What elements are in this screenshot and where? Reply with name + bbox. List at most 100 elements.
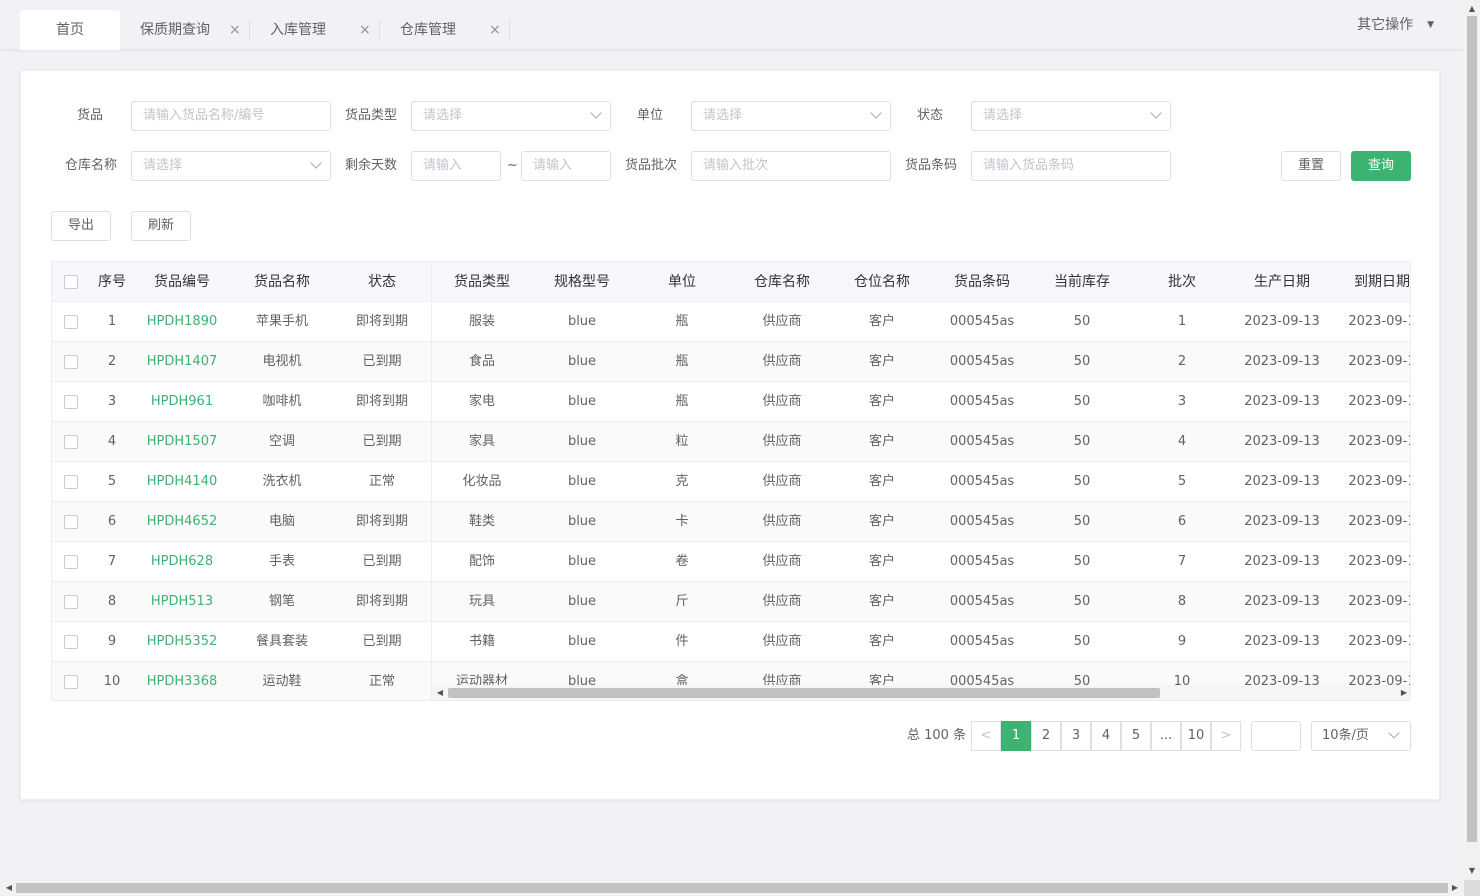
table-row[interactable]: 2 HPDH1407 电视机 已到期 食品 blue 瓶供应商 客户 000545as 50 2 20… bbox=[52, 342, 1410, 382]
row-checkbox[interactable] bbox=[64, 675, 78, 689]
close-icon[interactable]: × bbox=[359, 10, 371, 50]
col-goods-code-cell[interactable]: HPDH4140 bbox=[132, 462, 232, 502]
col-location-cell: 客户 bbox=[868, 354, 895, 369]
col-goods-code-cell[interactable]: HPDH513 bbox=[132, 582, 232, 622]
table-row[interactable]: 9 HPDH5352 餐具套装 已到期 书籍 blue 件供应商 客户 000545as 50 9 2… bbox=[52, 622, 1410, 662]
col-goods-code-cell[interactable]: HPDH1407 bbox=[132, 342, 232, 382]
goods-table: 序号 货品编号 货品名称 状态 货品类型 规格型号 单位 仓库名称 仓位名称 货品条码 当前库存 批次… bbox=[51, 261, 1411, 701]
table-scroll-thumb[interactable] bbox=[448, 688, 1160, 698]
col-goods-code-header: 货品编号 bbox=[154, 274, 210, 290]
page-ellipsis[interactable]: ... bbox=[1151, 721, 1181, 751]
warehouse-select[interactable]: 请选择 bbox=[131, 151, 331, 181]
goods-type-select[interactable]: 请选择 bbox=[411, 101, 611, 131]
page-horizontal-scrollbar[interactable]: ◀ ▶ bbox=[0, 880, 1464, 896]
scroll-left-icon[interactable]: ◀ bbox=[434, 685, 446, 700]
row-checkbox[interactable] bbox=[64, 555, 78, 569]
remaining-days-from-input[interactable]: 请输入 bbox=[411, 151, 501, 181]
page-button[interactable]: 10 bbox=[1181, 721, 1211, 751]
table-row[interactable]: 1 HPDH1890 苹果手机 即将到期 服装 blue 瓶供应商 客户 000545as 50 1… bbox=[52, 302, 1410, 342]
row-checkbox[interactable] bbox=[64, 595, 78, 609]
col-goods-code-cell[interactable]: HPDH5352 bbox=[132, 622, 232, 662]
page-button[interactable]: 2 bbox=[1031, 721, 1061, 751]
select-all-checkbox[interactable] bbox=[64, 275, 78, 289]
col-goods-name-cell: 苹果手机 bbox=[255, 314, 308, 329]
col-batch-cell: 6 bbox=[1177, 514, 1187, 529]
col-spec-cell: blue bbox=[567, 594, 597, 609]
goods-input[interactable]: 请输入货品名称/编号 bbox=[131, 101, 331, 131]
row-checkbox[interactable] bbox=[64, 315, 78, 329]
row-checkbox[interactable] bbox=[64, 355, 78, 369]
table-row[interactable]: 5 HPDH4140 洗衣机 正常 化妆品 blue 克供应商 客户 000545as 50 5 20… bbox=[52, 462, 1410, 502]
col-goods-code-cell[interactable]: HPDH961 bbox=[132, 382, 232, 422]
reset-button[interactable]: 重置 bbox=[1281, 151, 1341, 181]
col-goods-code-cell[interactable]: HPDH4652 bbox=[132, 502, 232, 542]
status-select[interactable]: 请选择 bbox=[971, 101, 1171, 131]
col-status-header: 状态 bbox=[368, 274, 396, 290]
close-icon[interactable]: × bbox=[229, 10, 241, 50]
row-checkbox[interactable] bbox=[64, 635, 78, 649]
scroll-right-icon[interactable]: ▶ bbox=[1398, 685, 1410, 700]
close-icon[interactable]: × bbox=[489, 10, 501, 50]
export-button[interactable]: 导出 bbox=[51, 211, 111, 241]
col-batch-cell: 7 bbox=[1177, 554, 1187, 569]
col-stock-cell: 50 bbox=[1073, 394, 1091, 409]
col-production-date-cell: 2023-09-13 bbox=[1244, 314, 1320, 329]
page-button[interactable]: 5 bbox=[1121, 721, 1151, 751]
scroll-left-icon[interactable]: ◀ bbox=[2, 880, 16, 896]
col-stock-cell: 50 bbox=[1073, 514, 1091, 529]
page-jump-input[interactable] bbox=[1251, 721, 1301, 751]
col-unit-cell: 卷 bbox=[675, 554, 689, 569]
next-page-button[interactable]: > bbox=[1211, 721, 1241, 751]
tab-inbound-management[interactable]: 入库管理 × bbox=[270, 10, 380, 50]
row-checkbox[interactable] bbox=[64, 435, 78, 449]
col-status-cell: 已到期 bbox=[362, 554, 402, 569]
page-size-select[interactable]: 10条/页 bbox=[1311, 721, 1411, 751]
col-spec-cell: blue bbox=[567, 354, 597, 369]
col-goods-code-cell[interactable]: HPDH1890 bbox=[132, 302, 232, 342]
table-row[interactable]: 6 HPDH4652 电脑 即将到期 鞋类 blue 卡供应商 客户 000545as 50 6 20… bbox=[52, 502, 1410, 542]
col-goods-code-cell[interactable]: HPDH1507 bbox=[132, 422, 232, 462]
col-goods-type-cell: 家具 bbox=[468, 434, 495, 449]
row-checkbox[interactable] bbox=[64, 475, 78, 489]
col-batch-cell: 5 bbox=[1177, 474, 1187, 489]
prev-page-button[interactable]: < bbox=[971, 721, 1001, 751]
col-goods-code-cell[interactable]: HPDH3368 bbox=[132, 662, 232, 700]
scroll-up-icon[interactable]: ▲ bbox=[1464, 2, 1480, 16]
range-separator: ~ bbox=[507, 158, 518, 173]
row-checkbox[interactable] bbox=[64, 395, 78, 409]
col-goods-code-cell[interactable]: HPDH628 bbox=[132, 542, 232, 582]
table-row[interactable]: 4 HPDH1507 空调 已到期 家具 blue 粒供应商 客户 000545as 50 4 202… bbox=[52, 422, 1410, 462]
query-button[interactable]: 查询 bbox=[1351, 151, 1411, 181]
page-button[interactable]: 3 bbox=[1061, 721, 1091, 751]
col-production-date-cell: 2023-09-13 bbox=[1244, 354, 1320, 369]
table-row[interactable]: 8 HPDH513 钢笔 即将到期 玩具 blue 斤供应商 客户 000545as 50 8 202… bbox=[52, 582, 1410, 622]
other-operations-dropdown[interactable]: 其它操作 ▼ bbox=[1357, 10, 1434, 40]
unit-select[interactable]: 请选择 bbox=[691, 101, 891, 131]
col-barcode-cell: 000545as bbox=[949, 394, 1015, 409]
col-production-date-cell: 2023-09-13 bbox=[1244, 634, 1320, 649]
col-stock-header: 当前库存 bbox=[1054, 274, 1110, 290]
page-button[interactable]: 1 bbox=[1001, 721, 1031, 751]
batch-input[interactable]: 请输入批次 bbox=[691, 151, 891, 181]
col-unit-cell: 斤 bbox=[675, 594, 689, 609]
page-vertical-scroll-thumb[interactable] bbox=[1467, 16, 1477, 842]
scroll-down-icon[interactable]: ▼ bbox=[1464, 864, 1480, 878]
remaining-days-to-input[interactable]: 请输入 bbox=[521, 151, 611, 181]
page-vertical-scrollbar[interactable]: ▲ ▼ bbox=[1464, 0, 1480, 880]
scroll-right-icon[interactable]: ▶ bbox=[1448, 880, 1462, 896]
goods-label: 货品 bbox=[76, 108, 103, 123]
tab-warehouse-management[interactable]: 仓库管理 × bbox=[400, 10, 510, 50]
col-warehouse-cell: 供应商 bbox=[762, 314, 802, 329]
table-row[interactable]: 7 HPDH628 手表 已到期 配饰 blue 卷供应商 客户 000545as 50 7 2023… bbox=[52, 542, 1410, 582]
page-button[interactable]: 4 bbox=[1091, 721, 1121, 751]
table-row[interactable]: 3 HPDH961 咖啡机 即将到期 家电 blue 瓶供应商 客户 000545as 50 3 20… bbox=[52, 382, 1410, 422]
row-checkbox[interactable] bbox=[64, 515, 78, 529]
col-warehouse-cell: 供应商 bbox=[762, 354, 802, 369]
tab-home[interactable]: 首页 bbox=[20, 10, 120, 50]
page-horizontal-scroll-thumb[interactable] bbox=[16, 883, 1448, 893]
refresh-button[interactable]: 刷新 bbox=[131, 211, 191, 241]
col-unit-cell: 克 bbox=[675, 474, 689, 489]
tab-shelf-life-query[interactable]: 保质期查询 × bbox=[140, 10, 250, 50]
table-horizontal-scrollbar[interactable]: ◀ ▶ bbox=[432, 685, 1410, 700]
barcode-input[interactable]: 请输入货品条码 bbox=[971, 151, 1171, 181]
